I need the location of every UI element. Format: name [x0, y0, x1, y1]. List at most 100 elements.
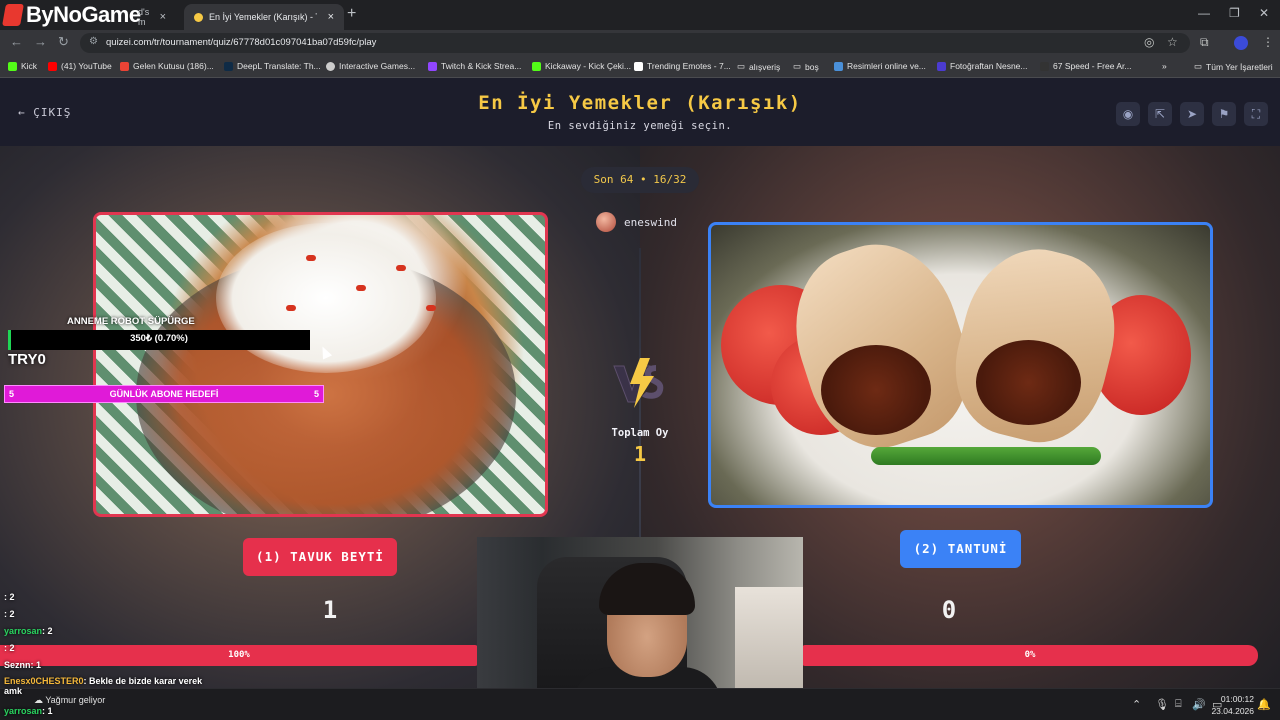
vote-option-1-button[interactable]: (1) TAVUK BEYTİ: [243, 538, 397, 576]
flag-icon[interactable]: ⚑: [1212, 102, 1236, 126]
back-icon[interactable]: ←: [10, 34, 23, 49]
folder-icon: ▭: [793, 61, 802, 71]
forward-icon[interactable]: →: [34, 34, 47, 49]
bookmark-label: Trending Emotes - 7...: [647, 61, 731, 71]
restore-icon[interactable]: ❐: [1229, 6, 1240, 20]
bookmark-folder[interactable]: ▭ alışveriş: [737, 61, 780, 72]
close-tab-icon[interactable]: ×: [160, 11, 166, 23]
chat-text: : Bekle de bizde karar verek: [83, 676, 203, 686]
share-icon[interactable]: ⇱: [1148, 102, 1172, 126]
close-tab-icon[interactable]: ×: [328, 11, 334, 23]
weather-widget[interactable]: ☁ Yağmur geliyor: [34, 695, 105, 706]
url-field[interactable]: ⚙ quizei.com/tr/tournament/quiz/67778d01c…: [80, 33, 1190, 53]
new-tab-button[interactable]: +: [347, 5, 356, 23]
chat-line: amk: [4, 686, 22, 696]
option-1-vote-count: 1: [322, 596, 338, 624]
windows-taskbar: amk ☁ Yağmur geliyor yarrosan: 1 ⌃ 🎙 ⌸ 🔊…: [0, 686, 1280, 720]
close-window-icon[interactable]: ✕: [1259, 6, 1269, 20]
clock-date: 23.04.2026: [1211, 706, 1254, 716]
bookmark-label: alışveriş: [749, 61, 781, 72]
sub-goal-target: 5: [313, 389, 319, 399]
bookmark-folder[interactable]: ▭ boş: [793, 61, 819, 72]
donation-goal-text: ANNEME ROBOT SÜPÜRGE: [67, 316, 195, 327]
page-header: ← ÇIKIŞ En İyi Yemekler (Karışık) En sev…: [0, 78, 1280, 146]
bookmark-favicon-icon: [428, 61, 437, 71]
address-bar-row: ← → ↻ ⚙ quizei.com/tr/tournament/quiz/677…: [0, 30, 1280, 56]
browser-tab-other[interactable]: d's m ×: [128, 4, 176, 30]
donation-goal-value: 350₺ (0.70%): [130, 333, 188, 344]
bookmark-item[interactable]: Fotoğraftan Nesne...: [937, 61, 1028, 71]
option-2-image[interactable]: [708, 222, 1213, 508]
bookmark-item[interactable]: DeepL Translate: Th...: [224, 61, 321, 71]
meat-filling: [976, 340, 1081, 425]
bookmark-favicon-icon: [48, 61, 57, 71]
bookmark-favicon-icon: [1040, 61, 1049, 71]
bookmark-label: Tüm Yer İşaretleri: [1206, 61, 1273, 72]
option-1-percent-bar: 100%: [0, 645, 478, 666]
donation-goal-label: ANNEME ROBOT SÜPÜRGE: [67, 316, 195, 327]
url-text: quizei.com/tr/tournament/quiz/67778d01c0…: [106, 37, 377, 48]
microphone-icon[interactable]: 🎙: [1155, 698, 1169, 711]
avatar: [596, 212, 616, 232]
option-2-vote-count: 0: [941, 596, 957, 624]
chat-text: : 2: [4, 592, 15, 602]
extensions-icon[interactable]: ⧉: [1200, 35, 1209, 50]
bookmark-item[interactable]: (41) YouTube: [48, 61, 112, 71]
option-2-percent-bar: 0%: [802, 645, 1258, 666]
vote-option-2-button[interactable]: (2) TANTUNİ: [900, 530, 1021, 568]
bookmark-star-icon[interactable]: ☆: [1167, 35, 1178, 49]
eye-icon[interactable]: ◉: [1116, 102, 1140, 126]
bookmark-favicon-icon: [326, 61, 335, 71]
folder-icon: ▭: [737, 61, 746, 71]
bookmark-item[interactable]: Kickaway - Kick Çeki...: [532, 61, 631, 71]
sauce-drop: [426, 305, 436, 311]
meat-filling: [821, 345, 931, 435]
chat-line: Enesx0CHESTER0: Bekle de bizde karar ver…: [4, 676, 202, 686]
total-votes-value: 1: [633, 442, 647, 466]
bookmark-item[interactable]: Gelen Kutusu (186)...: [120, 61, 214, 71]
sauce-drop: [396, 265, 406, 271]
chat-text: : 2: [42, 626, 53, 636]
chat-text: : 2: [4, 609, 15, 619]
more-bookmarks-icon[interactable]: »: [1162, 61, 1167, 71]
page-title: En İyi Yemekler (Karışık): [478, 92, 802, 114]
sub-goal-bar: 5 GÜNLÜK ABONE HEDEFİ 5: [4, 385, 324, 403]
taskbar-clock[interactable]: 01:00:12 23.04.2026: [1211, 693, 1254, 717]
chat-user: yarrosan: [4, 706, 43, 716]
sauce-drop: [286, 305, 296, 311]
bookmark-item[interactable]: Twitch & Kick Strea...: [428, 61, 521, 71]
bookmark-favicon-icon: [937, 61, 946, 71]
chat-user: Seznn: [4, 660, 31, 670]
browser-tab-bar: ByNoGame d's m × En İyi Yemekler (Karışık…: [0, 0, 1280, 30]
all-bookmarks-folder[interactable]: ▭ Tüm Yer İşaretleri: [1194, 61, 1273, 72]
chat-user: yarrosan: [4, 626, 43, 636]
option-1-image[interactable]: [93, 212, 548, 517]
bynogame-logo-text: ByNoGame: [26, 2, 141, 27]
reload-icon[interactable]: ↻: [58, 34, 69, 50]
fullscreen-icon[interactable]: ⛶: [1244, 102, 1268, 126]
network-icon[interactable]: ⌸: [1175, 698, 1182, 711]
menu-icon[interactable]: ⋮: [1262, 35, 1274, 49]
bookmark-label: Fotoğraftan Nesne...: [950, 61, 1028, 71]
profile-avatar[interactable]: [1234, 36, 1248, 50]
bookmark-item[interactable]: Kick: [8, 61, 37, 71]
bookmark-item[interactable]: Trending Emotes - 7...: [634, 61, 731, 71]
bookmark-item[interactable]: 67 Speed - Free Ar...: [1040, 61, 1131, 71]
bookmark-label: boş: [805, 61, 819, 72]
page-subtitle: En sevdiğiniz yemeği seçin.: [547, 120, 733, 132]
chat-text: : 1: [42, 706, 53, 716]
send-icon[interactable]: ➤: [1180, 102, 1204, 126]
notification-bell-icon[interactable]: 🔔: [1257, 698, 1271, 711]
tab-label: d's m: [138, 7, 150, 27]
clock-time: 01:00:12: [1220, 694, 1254, 704]
bookmark-item[interactable]: Interactive Games...: [326, 61, 415, 71]
bookmark-item[interactable]: Resimleri online ve...: [834, 61, 926, 71]
volume-icon[interactable]: 🔊: [1192, 698, 1206, 711]
tray-chevron-icon[interactable]: ⌃: [1132, 698, 1141, 711]
eye-off-icon[interactable]: ◎: [1144, 35, 1154, 49]
bynogame-logo: ByNoGame: [2, 2, 141, 28]
site-info-icon[interactable]: ⚙: [89, 36, 98, 47]
browser-tab-active[interactable]: En İyi Yemekler (Karışık) - Tier L ×: [184, 4, 344, 30]
bookmark-label: (41) YouTube: [61, 61, 112, 71]
minimize-icon[interactable]: —: [1198, 6, 1210, 20]
